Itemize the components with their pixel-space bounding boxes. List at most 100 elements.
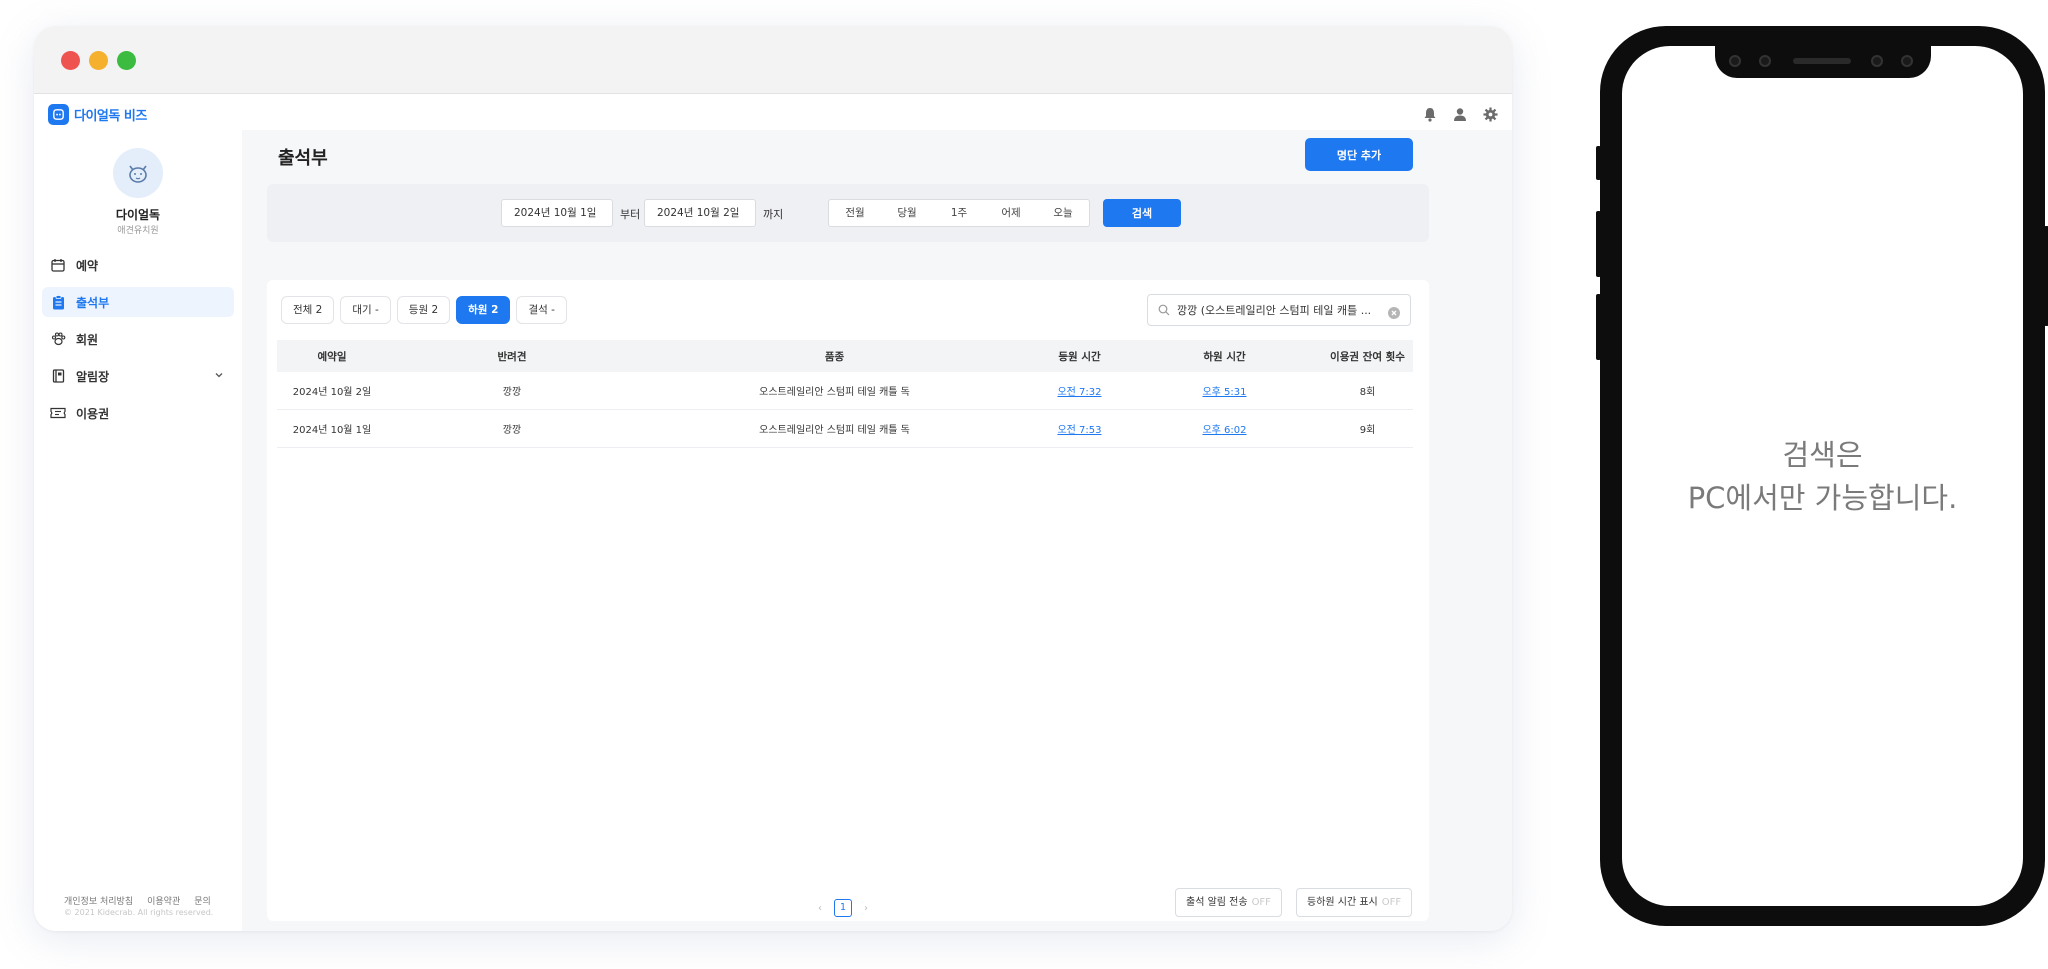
app-header: 다이얼독 비즈 (34, 94, 1512, 130)
paw-icon (50, 331, 66, 347)
sidebar-item-notice[interactable]: 알림장 (42, 361, 234, 391)
speaker-grille (1793, 58, 1851, 64)
sidebar-item-label: 회원 (76, 332, 99, 347)
bell-icon[interactable] (1422, 106, 1438, 122)
table-header: 예약일 반려견 품종 등원 시간 하원 시간 이용권 잔여 횟수 (277, 340, 1413, 372)
tab-absent[interactable]: 결석 - (516, 296, 567, 324)
page-title: 출석부 (278, 148, 328, 169)
checkin-time-link[interactable]: 오전 7:53 (1032, 421, 1127, 436)
checkout-time-link[interactable]: 오후 5:31 (1127, 383, 1322, 398)
date-from-suffix: 부터 (620, 208, 641, 221)
camera-icon (1871, 55, 1883, 67)
sidebar-item-pass[interactable]: 이용권 (42, 398, 234, 428)
clipboard-icon (50, 294, 66, 310)
notebook-icon (50, 368, 66, 384)
privacy-policy-link[interactable]: 개인정보 처리방침 (64, 894, 133, 907)
cell-date: 2024년 10월 1일 (292, 425, 372, 436)
prev-page-button[interactable]: ‹ (818, 903, 822, 914)
range-yesterday-button[interactable]: 어제 (985, 200, 1037, 226)
search-icon (1158, 301, 1170, 320)
chevron-down-icon[interactable] (214, 369, 224, 383)
sidebar-item-label: 이용권 (76, 406, 110, 421)
sidebar-item-attendance[interactable]: 출석부 (42, 287, 234, 317)
search-button[interactable]: 검색 (1103, 199, 1181, 227)
cell-breed: 오스트레일리안 스텀피 테일 캐틀 독 (759, 387, 910, 398)
cell-remaining: 8회 (1359, 387, 1376, 398)
column-header-dog: 반려견 (497, 350, 527, 363)
cell-date: 2024년 10월 2일 (292, 387, 372, 398)
range-this-month-button[interactable]: 당월 (881, 200, 933, 226)
quick-range-group: 전월 당월 1주 어제 오늘 (828, 199, 1090, 227)
table-row[interactable]: 2024년 10월 1일 깡깡 오스트레일리안 스텀피 테일 캐틀 독 오전 7… (277, 410, 1413, 448)
attendance-notify-toggle[interactable]: 출석 알림 전송 OFF (1175, 888, 1282, 917)
logo-text: 다이얼독 비즈 (74, 109, 147, 124)
main-content: 출석부 명단 추가 2024년 10월 1일 부터 2024년 10월 2일 까… (242, 130, 1512, 931)
tab-checked-out[interactable]: 하원 2 (456, 296, 511, 324)
range-today-button[interactable]: 오늘 (1037, 200, 1089, 226)
window-titlebar (34, 26, 1512, 94)
maximize-window-button[interactable] (117, 51, 136, 70)
date-to-input[interactable]: 2024년 10월 2일 (644, 199, 756, 227)
tab-all[interactable]: 전체 2 (281, 296, 335, 324)
attendance-table: 예약일 반려견 품종 등원 시간 하원 시간 이용권 잔여 횟수 2024년 1… (277, 340, 1413, 448)
sidebar-nav: 예약 출석부 회원 알림장 이용권 (42, 250, 234, 435)
profile-subtitle: 애견유치원 (117, 226, 159, 236)
pagination: ‹ 1 › (818, 899, 868, 917)
checkin-time-link[interactable]: 오전 7:32 (1032, 383, 1127, 398)
clear-search-icon[interactable] (1388, 304, 1400, 323)
search-value: 깡깡 (오스트레일리안 스텀피 테일 캐틀 ... (1177, 304, 1372, 317)
page-number-button[interactable]: 1 (834, 899, 852, 917)
tab-waiting[interactable]: 대기 - (340, 296, 391, 324)
phone-mockup: 검색은 PC에서만 가능합니다. (1596, 26, 2048, 926)
column-header-remaining: 이용권 잔여 횟수 (1330, 350, 1405, 363)
phone-notch (1715, 46, 1931, 78)
date-from-input[interactable]: 2024년 10월 1일 (501, 199, 613, 227)
next-page-button[interactable]: › (864, 903, 868, 914)
phone-side-button (1596, 294, 1601, 360)
close-window-button[interactable] (61, 51, 80, 70)
range-week-button[interactable]: 1주 (933, 200, 985, 226)
range-last-month-button[interactable]: 전월 (829, 200, 881, 226)
phone-screen: 검색은 PC에서만 가능합니다. (1622, 46, 2023, 906)
phone-message: 검색은 PC에서만 가능합니다. (1622, 434, 2023, 520)
sidebar-item-label: 출석부 (76, 295, 110, 310)
table-row[interactable]: 2024년 10월 2일 깡깡 오스트레일리안 스텀피 테일 캐틀 독 오전 7… (277, 372, 1413, 410)
camera-icon (1729, 55, 1741, 67)
cell-remaining: 9회 (1359, 425, 1376, 436)
show-times-toggle[interactable]: 등하원 시간 표시 OFF (1296, 888, 1413, 917)
add-roster-button[interactable]: 명단 추가 (1305, 138, 1413, 171)
tab-checked-in[interactable]: 등원 2 (396, 296, 451, 324)
phone-side-button (1596, 146, 1601, 180)
toggle-state: OFF (1381, 897, 1402, 908)
sidebar-item-reservation[interactable]: 예약 (42, 250, 234, 280)
phone-side-button (1596, 211, 1601, 277)
date-filter-bar: 2024년 10월 1일 부터 2024년 10월 2일 까지 전월 당월 1주… (267, 184, 1429, 242)
checkout-time-link[interactable]: 오후 6:02 (1127, 421, 1322, 436)
cell-breed: 오스트레일리안 스텀피 테일 캐틀 독 (759, 425, 910, 436)
phone-message-line2: PC에서만 가능합니다. (1687, 481, 1958, 515)
toggle-label: 등하원 시간 표시 (1307, 897, 1378, 908)
status-tabs: 전체 2 대기 - 등원 2 하원 2 결석 - (281, 296, 567, 324)
minimize-window-button[interactable] (89, 51, 108, 70)
terms-link[interactable]: 이용약관 (147, 894, 180, 907)
sidebar: 다이얼독 애견유치원 예약 출석부 회원 알림장 이용권 개인정보 처리방침 이… (34, 130, 242, 931)
logo[interactable]: 다이얼독 비즈 (48, 104, 147, 125)
calendar-icon (50, 257, 66, 273)
user-icon[interactable] (1452, 106, 1468, 122)
camera-icon (1759, 55, 1771, 67)
ticket-icon (50, 405, 66, 421)
gear-icon[interactable] (1482, 106, 1498, 122)
column-header-breed: 품종 (824, 350, 845, 363)
column-header-date: 예약일 (317, 350, 347, 363)
sidebar-item-label: 알림장 (76, 369, 110, 384)
sidebar-item-members[interactable]: 회원 (42, 324, 234, 354)
contact-link[interactable]: 문의 (194, 894, 211, 907)
phone-message-line1: 검색은 (1782, 438, 1863, 472)
avatar (113, 148, 163, 198)
sidebar-item-label: 예약 (76, 258, 99, 273)
footer-links: 개인정보 처리방침 이용약관 문의 (64, 894, 211, 907)
dog-face-icon (129, 165, 147, 183)
search-input[interactable]: 깡깡 (오스트레일리안 스텀피 테일 캐틀 ... (1147, 294, 1411, 326)
toggle-state: OFF (1251, 897, 1271, 908)
phone-side-button (2044, 226, 2048, 326)
